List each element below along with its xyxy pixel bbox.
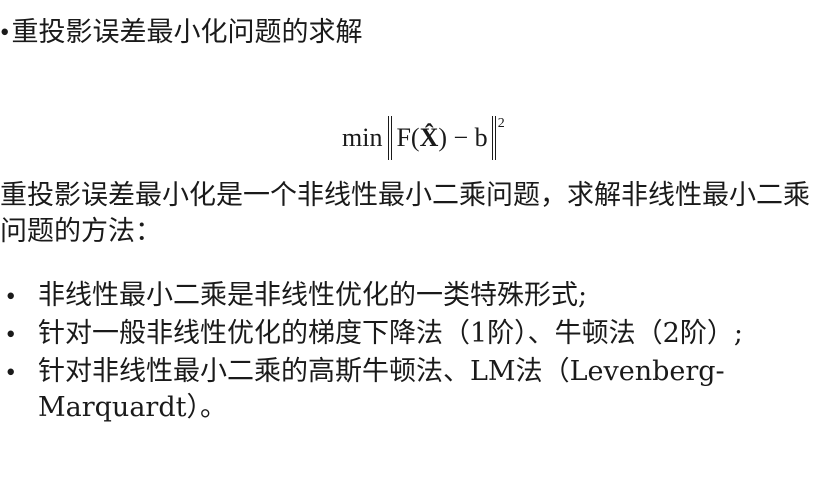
method-list: • 非线性最小二乘是非线性优化的一类特殊形式; • 针对一般非线性优化的梯度下降… xyxy=(0,278,834,428)
slide-heading: •重投影误差最小化问题的求解 xyxy=(0,14,362,51)
heading-text: 重投影误差最小化问题的求解 xyxy=(11,17,363,48)
formula-min: min xyxy=(342,123,383,152)
heading-bullet-icon: • xyxy=(0,17,10,47)
formula-x-hat: X̂ xyxy=(419,123,439,152)
list-item: • 针对非线性最小二乘的高斯牛顿法、LM法（Levenberg-Marquard… xyxy=(0,354,834,426)
bullet-icon: • xyxy=(6,319,16,349)
formula-f-close: ) − b xyxy=(438,123,488,152)
formula-norm: F(X̂) − b xyxy=(388,116,496,160)
list-item-text: 针对非线性最小二乘的高斯牛顿法、LM法（Levenberg-Marquardt）… xyxy=(38,356,725,423)
intro-paragraph: 重投影误差最小化是一个非线性最小二乘问题，求解非线性最小二乘问题的方法： xyxy=(0,180,810,247)
formula: min F(X̂) − b 2 xyxy=(342,108,505,168)
bullet-icon: • xyxy=(6,281,16,311)
bullet-icon: • xyxy=(6,357,16,387)
formula-f-open: F( xyxy=(396,123,420,152)
list-item: • 针对一般非线性优化的梯度下降法（1阶）、牛顿法（2阶）; xyxy=(0,316,834,352)
formula-exponent: 2 xyxy=(497,116,505,131)
list-item: • 非线性最小二乘是非线性优化的一类特殊形式; xyxy=(0,278,834,314)
list-item-text: 非线性最小二乘是非线性优化的一类特殊形式; xyxy=(38,280,588,311)
list-item-text: 针对一般非线性优化的梯度下降法（1阶）、牛顿法（2阶）; xyxy=(38,318,743,349)
